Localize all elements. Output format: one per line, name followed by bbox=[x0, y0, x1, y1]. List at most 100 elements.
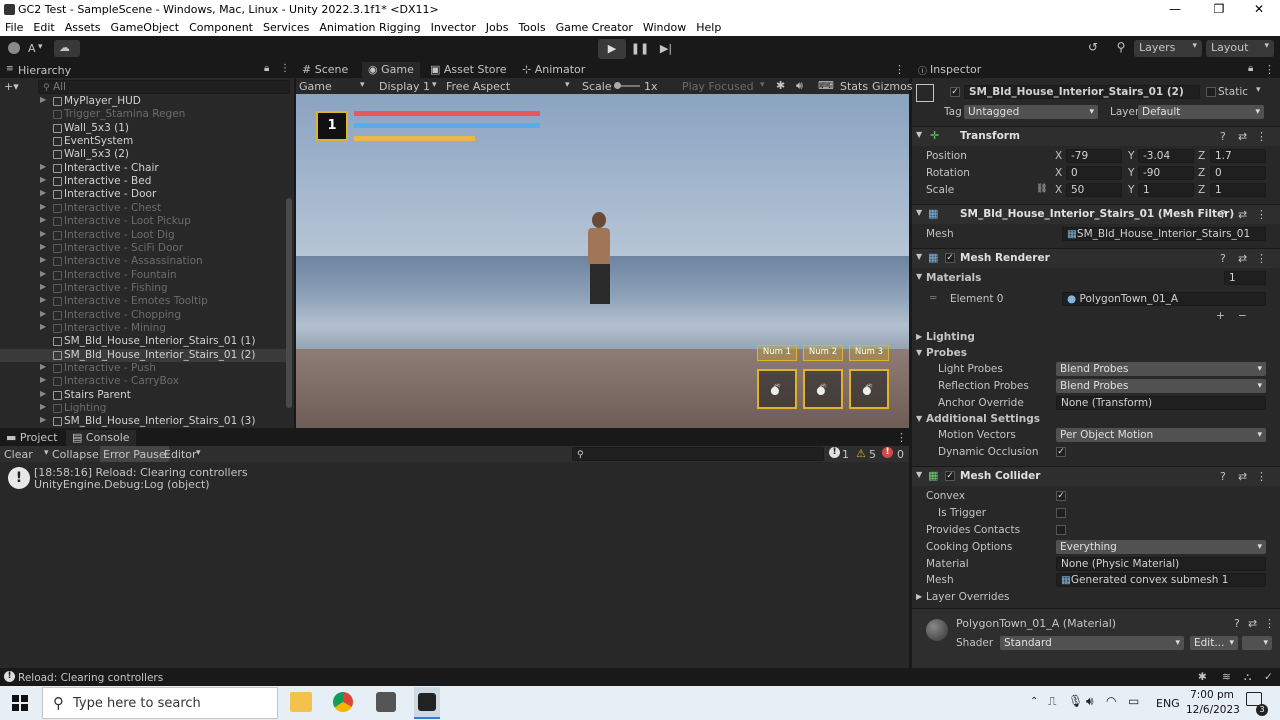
hotkey-slot-1[interactable]: 💣︎ bbox=[757, 369, 797, 409]
hierarchy-item[interactable]: ▶ Interactive - Mining bbox=[0, 322, 286, 335]
inspector-title[interactable]: Inspector bbox=[930, 63, 981, 76]
hierarchy-item[interactable]: Wall_5x3 (1) bbox=[0, 122, 286, 135]
drag-handle-icon[interactable]: ═ bbox=[930, 292, 936, 304]
tab-scene[interactable]: # Scene bbox=[302, 63, 348, 76]
collapse-button[interactable]: Collapse bbox=[52, 448, 99, 461]
preset-icon[interactable]: ⇄ bbox=[1238, 252, 1247, 265]
menu-services[interactable]: Services bbox=[263, 20, 309, 36]
hierarchy-item[interactable]: ▶ Interactive - Door bbox=[0, 188, 286, 201]
chevron-right-icon[interactable]: ▶ bbox=[40, 202, 46, 211]
battery-icon[interactable]: ▭ bbox=[1128, 694, 1139, 708]
layout-dropdown[interactable]: Layout ▾ bbox=[1206, 40, 1274, 57]
clock-time[interactable]: 7:00 pm bbox=[1188, 689, 1236, 701]
play-focused-dropdown[interactable]: Play Focused bbox=[682, 80, 754, 93]
additional-settings-label[interactable]: Additional Settings bbox=[926, 413, 1040, 425]
shader-dropdown[interactable]: Standard bbox=[1000, 636, 1184, 650]
tray-chevron-icon[interactable]: ⌃ bbox=[1030, 696, 1038, 707]
editor-dropdown[interactable]: Editor bbox=[164, 448, 197, 461]
hierarchy-item[interactable]: ▶ Interactive - SciFi Door bbox=[0, 242, 286, 255]
more-icon[interactable]: ⋮ bbox=[280, 63, 290, 74]
help-icon[interactable]: ? bbox=[1220, 252, 1226, 265]
transform-header[interactable]: ▼ ✛ Transform ? ⇄ ⋮ bbox=[912, 126, 1280, 146]
static-checkbox[interactable] bbox=[1206, 87, 1216, 97]
console-entry[interactable]: ! [18:58:16] Reload: Clearing controller… bbox=[0, 464, 909, 494]
menu-animation-rigging[interactable]: Animation Rigging bbox=[319, 20, 420, 36]
more-icon[interactable]: ⋮ bbox=[1264, 63, 1275, 76]
hierarchy-item[interactable]: ▶ MyPlayer_HUD bbox=[0, 95, 286, 108]
preset-icon[interactable]: ⇄ bbox=[1248, 617, 1257, 630]
chevron-right-icon[interactable]: ▶ bbox=[916, 592, 922, 601]
chevron-right-icon[interactable]: ▶ bbox=[40, 175, 46, 184]
keyboard-icon[interactable]: ⌨ bbox=[818, 79, 834, 92]
network-icon[interactable]: ⛬ bbox=[1244, 671, 1251, 684]
hierarchy-item[interactable]: ▶ Interactive - Loot Dig bbox=[0, 229, 286, 242]
chevron-right-icon[interactable]: ▶ bbox=[40, 229, 46, 238]
debug-icon[interactable]: ✱ bbox=[1198, 671, 1207, 683]
more-icon[interactable]: ⋮ bbox=[1256, 208, 1267, 221]
volume-icon[interactable]: 🔊︎ bbox=[1086, 694, 1094, 709]
minimize-icon[interactable]: — bbox=[1160, 2, 1190, 16]
history-icon[interactable]: ↺ bbox=[1082, 40, 1104, 58]
convex-checkbox[interactable]: ✓ bbox=[1056, 491, 1066, 501]
remove-icon[interactable]: − bbox=[1238, 310, 1247, 322]
hierarchy-item[interactable]: Wall_5x3 (2) bbox=[0, 148, 286, 161]
chevron-right-icon[interactable]: ▶ bbox=[40, 389, 46, 398]
warning-icon[interactable]: ⚠ bbox=[856, 447, 866, 460]
position-y-input[interactable]: -3.04 bbox=[1138, 149, 1194, 163]
hierarchy-item[interactable]: ▶ Interactive - Fountain bbox=[0, 269, 286, 282]
microphone-icon[interactable]: 🎙︎ bbox=[1068, 694, 1083, 708]
hierarchy-item[interactable]: ▶ Interactive - CarryBox bbox=[0, 375, 286, 388]
mesh-renderer-header[interactable]: ▼ ▦ ✓ Mesh Renderer ? ⇄ ⋮ bbox=[912, 248, 1280, 268]
shader-edit-button[interactable]: Edit... bbox=[1190, 636, 1238, 650]
console-search-input[interactable]: ⚲ bbox=[572, 447, 824, 461]
hierarchy-item[interactable]: ▶ SM_Bld_House_Interior_Stairs_01 (3) bbox=[0, 415, 286, 428]
more-icon[interactable]: ⋮ bbox=[894, 63, 905, 76]
add-icon[interactable]: +▾ bbox=[4, 80, 19, 93]
unity-hub-icon[interactable] bbox=[376, 692, 396, 712]
pause-button[interactable]: ❚❚ bbox=[628, 39, 652, 59]
motion-vectors-dropdown[interactable]: Per Object Motion bbox=[1056, 428, 1266, 442]
unity-editor-taskbar-button[interactable] bbox=[414, 687, 440, 719]
hierarchy-search-input[interactable]: ⚲ All bbox=[38, 80, 290, 94]
menu-edit[interactable]: Edit bbox=[33, 20, 54, 36]
clock-date[interactable]: 12/6/2023 bbox=[1186, 704, 1240, 716]
chevron-right-icon[interactable]: ▶ bbox=[40, 188, 46, 197]
help-icon[interactable]: ? bbox=[1220, 208, 1226, 221]
materials-count-input[interactable]: 1 bbox=[1224, 271, 1266, 285]
cooking-options-dropdown[interactable]: Everything bbox=[1056, 540, 1266, 554]
network-tray-icon[interactable]: ⎍ bbox=[1048, 694, 1056, 709]
chevron-right-icon[interactable]: ▶ bbox=[40, 95, 46, 104]
more-icon[interactable]: ⋮ bbox=[1256, 252, 1267, 265]
menu-file[interactable]: File bbox=[5, 20, 23, 36]
position-x-input[interactable]: -79 bbox=[1066, 149, 1122, 163]
hierarchy-item[interactable]: ▶ Interactive - Fishing bbox=[0, 282, 286, 295]
collider-mesh-field[interactable]: ▦Generated convex submesh 1 bbox=[1056, 573, 1266, 587]
more-icon[interactable]: ⋮ bbox=[1256, 470, 1267, 483]
preset-icon[interactable]: ⇄ bbox=[1238, 208, 1247, 221]
maximize-icon[interactable]: ❐ bbox=[1204, 2, 1234, 16]
file-explorer-icon[interactable] bbox=[290, 692, 312, 712]
provides-contacts-checkbox[interactable] bbox=[1056, 525, 1066, 535]
hierarchy-title[interactable]: Hierarchy bbox=[18, 64, 71, 77]
scale-z-input[interactable]: 1 bbox=[1210, 183, 1266, 197]
more-icon[interactable]: ⋮ bbox=[1256, 130, 1267, 143]
chevron-right-icon[interactable]: ▶ bbox=[40, 242, 46, 251]
dynamic-occlusion-checkbox[interactable]: ✓ bbox=[1056, 447, 1066, 457]
status-text[interactable]: Reload: Clearing controllers bbox=[18, 672, 163, 684]
chevron-right-icon[interactable]: ▶ bbox=[40, 215, 46, 224]
hierarchy-item[interactable]: SM_Bld_House_Interior_Stairs_01 (2) bbox=[0, 348, 286, 362]
mesh-filter-header[interactable]: ▼ ▦ SM_Bld_House_Interior_Stairs_01 (Mes… bbox=[912, 204, 1280, 224]
object-name-input[interactable]: SM_Bld_House_Interior_Stairs_01 (2) bbox=[964, 85, 1200, 99]
hierarchy-item[interactable]: ▶ Interactive - Bed bbox=[0, 175, 286, 188]
lock-icon[interactable]: 🔒︎ bbox=[1248, 63, 1253, 74]
anchor-override-field[interactable]: None (Transform) bbox=[1056, 396, 1266, 410]
chevron-right-icon[interactable]: ▶ bbox=[40, 162, 46, 171]
probes-label[interactable]: Probes bbox=[926, 347, 967, 359]
chevron-down-icon[interactable]: ▼ bbox=[916, 414, 922, 423]
rotation-y-input[interactable]: -90 bbox=[1138, 166, 1194, 180]
tab-game[interactable]: ◉ Game bbox=[362, 62, 420, 78]
more-icon[interactable]: ⋮ bbox=[896, 431, 907, 444]
active-checkbox[interactable]: ✓ bbox=[950, 87, 960, 97]
stats-button[interactable]: Stats bbox=[840, 80, 868, 93]
is-trigger-checkbox[interactable] bbox=[1056, 508, 1066, 518]
